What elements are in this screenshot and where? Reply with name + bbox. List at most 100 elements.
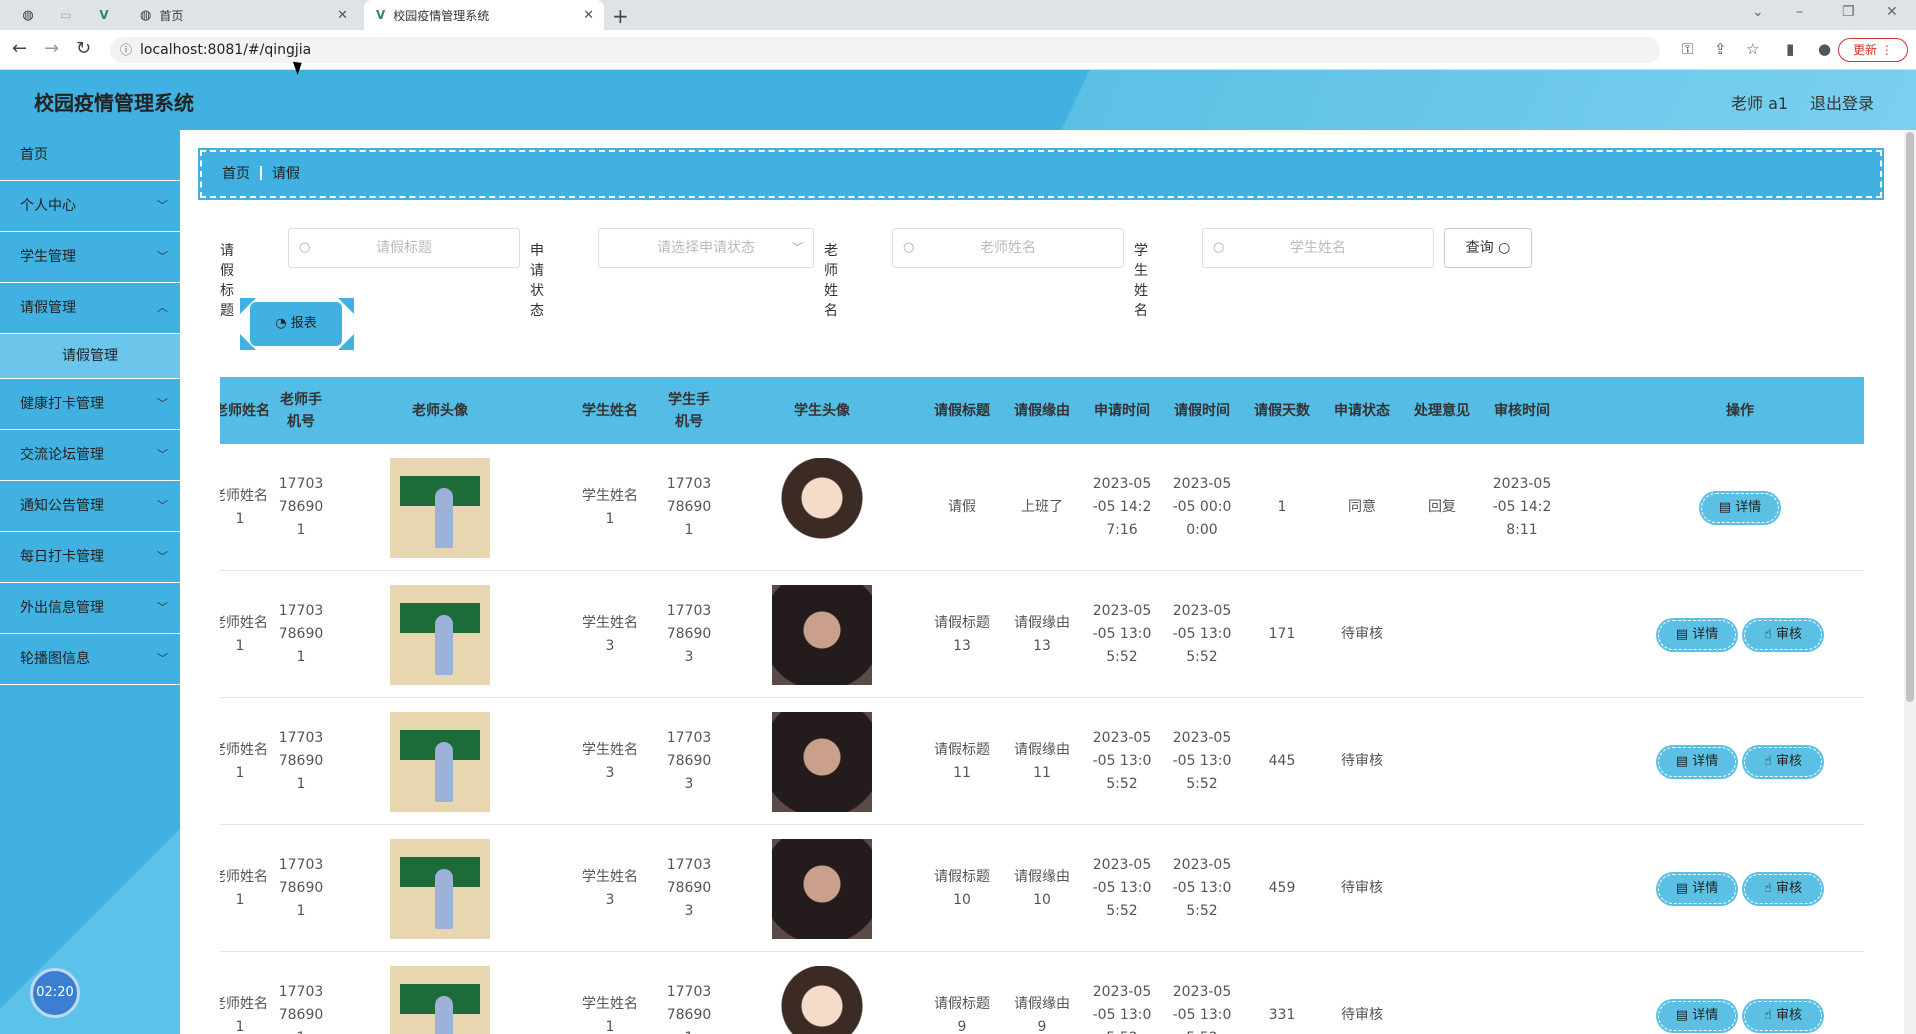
reload-icon[interactable]: ↻ xyxy=(76,38,91,59)
star-icon[interactable]: ☆ xyxy=(1746,40,1759,58)
cell-leave-time-text: 2023-05-05 13:05:52 xyxy=(1172,603,1232,665)
cell-student-phone-text: 17703786901 xyxy=(666,984,712,1034)
cell-opinion: 回复 xyxy=(1402,444,1482,571)
report-button[interactable]: ◔ 报表 xyxy=(252,304,340,344)
cell-title-text: 请假标题10 xyxy=(934,868,990,908)
breadcrumb-separator xyxy=(260,166,262,180)
tab-active[interactable]: V 校园疫情管理系统 ✕ xyxy=(364,0,604,30)
col-teacher-phone: 老师手机号 xyxy=(280,391,322,430)
review-button[interactable]: ☝ 审核 xyxy=(1744,1000,1822,1031)
breadcrumb-home[interactable]: 首页 xyxy=(222,166,250,182)
sidebar-item-label: 健康打卡管理 xyxy=(20,396,104,412)
detail-button[interactable]: ▤ 详情 xyxy=(1658,619,1736,650)
cell-title: 请假标题10 xyxy=(922,825,1002,952)
minimize-icon[interactable]: – xyxy=(1796,4,1803,20)
tab-pinned-3[interactable]: V xyxy=(90,0,118,30)
cell-teacher-name: 老师姓名1 xyxy=(220,698,270,825)
review-button[interactable]: ☝ 审核 xyxy=(1744,873,1822,904)
sidebar-item-outing[interactable]: 外出信息管理 ﹀ xyxy=(0,583,180,634)
new-tab-button[interactable]: + xyxy=(612,4,629,28)
sidebar-item-daily[interactable]: 每日打卡管理 ﹀ xyxy=(0,532,180,583)
tab-home[interactable]: ◍ 首页 ✕ xyxy=(128,0,358,30)
teacher-avatar-image[interactable] xyxy=(390,457,490,558)
sidebar-decoration xyxy=(0,770,180,1034)
teacher-search-input[interactable]: ○ 老师姓名 xyxy=(892,228,1124,268)
col-reason: 请假缘由 xyxy=(1014,402,1070,419)
col-review-time: 审核时间 xyxy=(1494,402,1550,419)
sidebar-item-profile[interactable]: 个人中心 ﹀ xyxy=(0,181,180,232)
student-avatar-image[interactable] xyxy=(772,711,872,812)
sidebar-item-carousel[interactable]: 轮播图信息 ﹀ xyxy=(0,634,180,685)
close-icon[interactable]: ✕ xyxy=(583,8,594,23)
globe-icon: ◍ xyxy=(140,7,152,23)
cell-days: 445 xyxy=(1242,698,1322,825)
cell-title: 请假标题9 xyxy=(922,952,1002,1034)
tab-pinned-2[interactable]: ▭ xyxy=(52,0,80,30)
cell-leave-time: 2023-05-05 13:05:52 xyxy=(1162,698,1242,825)
col-student-avatar: 学生头像 xyxy=(794,402,850,419)
profile-icon[interactable]: ● xyxy=(1818,40,1831,58)
cell-status-text: 待审核 xyxy=(1341,1007,1383,1023)
cell-days-text: 331 xyxy=(1268,1007,1296,1023)
sidebar-item-label: 每日打卡管理 xyxy=(20,549,104,565)
col-student-phone: 学生手机号 xyxy=(668,391,710,430)
forward-icon[interactable]: → xyxy=(44,38,59,59)
detail-button[interactable]: ▤ 详情 xyxy=(1658,873,1736,904)
sidebar-item-leave[interactable]: 请假管理 ︿ xyxy=(0,283,180,334)
cell-reason: 请假缘由11 xyxy=(1002,698,1082,825)
student-avatar-image[interactable] xyxy=(772,838,872,939)
review-button[interactable]: ☝ 审核 xyxy=(1744,619,1822,650)
share-icon[interactable]: ⇪ xyxy=(1714,40,1727,58)
cell-actions: ▤ 详情 ☝ 审核 xyxy=(1640,952,1840,1034)
detail-button[interactable]: ▤ 详情 xyxy=(1701,492,1779,523)
query-button[interactable]: 查询 ○ xyxy=(1444,228,1532,268)
window-close-icon[interactable]: ✕ xyxy=(1886,4,1898,20)
site-info-icon[interactable]: ⓘ xyxy=(120,37,132,63)
cell-actions: ▤ 详情 ☝ 审核 xyxy=(1640,571,1840,698)
page-scrollbar[interactable] xyxy=(1904,130,1916,1034)
student-search-input[interactable]: ○ 学生姓名 xyxy=(1202,228,1434,268)
sidebar-item-home[interactable]: 首页 xyxy=(0,130,180,181)
close-icon[interactable]: ✕ xyxy=(337,8,348,23)
logout-link[interactable]: 退出登录 xyxy=(1810,90,1874,114)
cell-review-time-text: 2023-05-05 14:28:11 xyxy=(1492,476,1552,538)
status-filter-label: 申请状态 xyxy=(530,243,544,319)
breadcrumb: 首页 请假 xyxy=(198,148,1884,200)
sidebar-item-notice[interactable]: 通知公告管理 ﹀ xyxy=(0,481,180,532)
student-avatar-image[interactable] xyxy=(772,584,872,685)
review-button[interactable]: ☝ 审核 xyxy=(1744,746,1822,777)
title-search-input[interactable]: ○ 请假标题 xyxy=(288,228,520,268)
key-icon[interactable]: ⚿ xyxy=(1682,40,1693,58)
detail-button[interactable]: ▤ 详情 xyxy=(1658,746,1736,777)
chevron-down-icon: ﹀ xyxy=(157,652,168,665)
restore-icon[interactable]: ❐ xyxy=(1842,4,1855,20)
cell-teacher-name: 老师姓名1 xyxy=(220,444,270,571)
sidebar-item-students[interactable]: 学生管理 ﹀ xyxy=(0,232,180,283)
teacher-avatar-image[interactable] xyxy=(390,711,490,812)
sidebar-subitem-leave-manage[interactable]: 请假管理 xyxy=(0,334,180,379)
cell-status: 待审核 xyxy=(1322,825,1402,952)
cell-leave-time-text: 2023-05-05 13:05:52 xyxy=(1172,730,1232,792)
detail-button[interactable]: ▤ 详情 xyxy=(1658,1000,1736,1031)
sidepanel-icon[interactable]: ▮ xyxy=(1786,40,1794,58)
cell-title-text: 请假标题9 xyxy=(934,995,990,1034)
app-header: 校园疫情管理系统 老师 a1 退出登录 xyxy=(0,70,1916,130)
sidebar-item-label: 首页 xyxy=(20,147,48,163)
url-field[interactable]: ⓘ localhost:8081/#/qingjia xyxy=(110,37,1660,63)
cell-status-text: 待审核 xyxy=(1341,626,1383,642)
student-avatar-image[interactable] xyxy=(772,457,872,558)
scrollbar-thumb[interactable] xyxy=(1906,132,1914,702)
teacher-avatar-image[interactable] xyxy=(390,965,490,1034)
student-avatar-image[interactable] xyxy=(772,965,872,1034)
title-filter-label: 请假标题 xyxy=(220,243,234,319)
update-button[interactable]: 更新 ⋮ xyxy=(1838,38,1908,62)
teacher-avatar-image[interactable] xyxy=(390,584,490,685)
tab-pinned-1[interactable]: ◍ xyxy=(14,0,42,30)
sidebar-item-forum[interactable]: 交流论坛管理 ﹀ xyxy=(0,430,180,481)
sidebar-item-health[interactable]: 健康打卡管理 ﹀ xyxy=(0,379,180,430)
status-select[interactable]: 请选择申请状态 ﹀ xyxy=(598,228,814,268)
back-icon[interactable]: ← xyxy=(12,38,27,59)
teacher-avatar-image[interactable] xyxy=(390,838,490,939)
tab-search-icon[interactable]: ⌄ xyxy=(1752,4,1764,20)
sidebar: 首页 个人中心 ﹀ 学生管理 ﹀ 请假管理 ︿ 请假管理 健康打卡管理 ﹀ 交流论坛管理… xyxy=(0,130,180,1034)
